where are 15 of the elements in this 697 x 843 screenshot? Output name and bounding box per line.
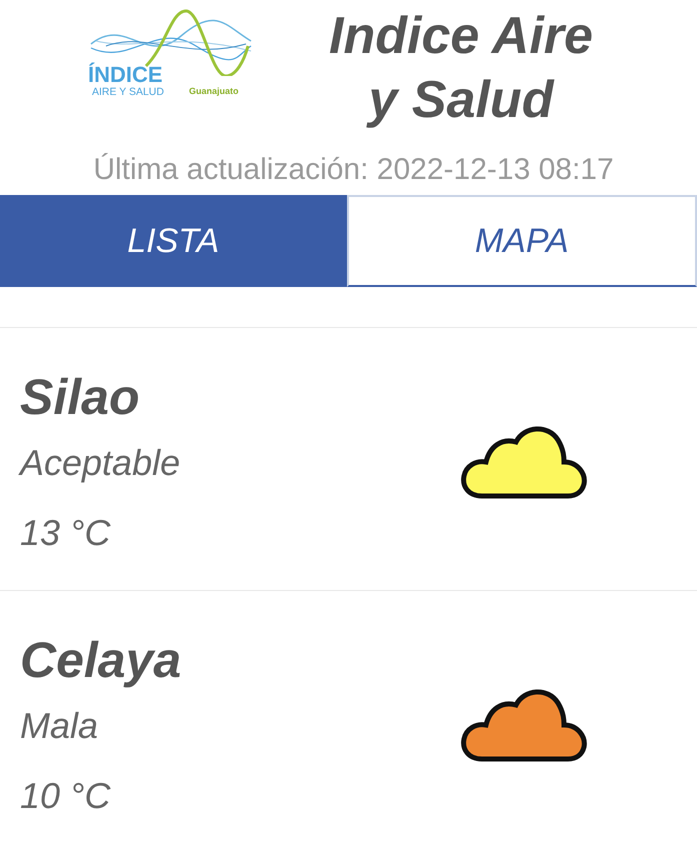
air-quality-label: Mala <box>20 704 100 748</box>
temperature: 13 °C <box>20 511 112 555</box>
station-item[interactable]: Silao Aceptable 13 °C <box>0 328 697 591</box>
station-name: Celaya <box>20 631 182 690</box>
temperature: 10 °C <box>20 774 112 818</box>
logo-subtitle: AIRE Y SALUD <box>92 86 164 98</box>
station-name: Silao <box>20 368 140 427</box>
last-update-text: Última actualización: 2022-12-13 08:17 <box>92 152 615 188</box>
tab[interactable]: MAPA <box>346 195 697 287</box>
air-quality-label: Aceptable <box>20 441 182 485</box>
logo-region: Guanajuato <box>189 86 239 96</box>
station-item[interactable]: Celaya Mala 10 °C <box>0 591 697 843</box>
tab[interactable]: LISTA <box>0 195 346 287</box>
logo-title: ÍNDICE <box>88 62 163 88</box>
app-title: Indice Aire y Salud <box>328 6 594 131</box>
